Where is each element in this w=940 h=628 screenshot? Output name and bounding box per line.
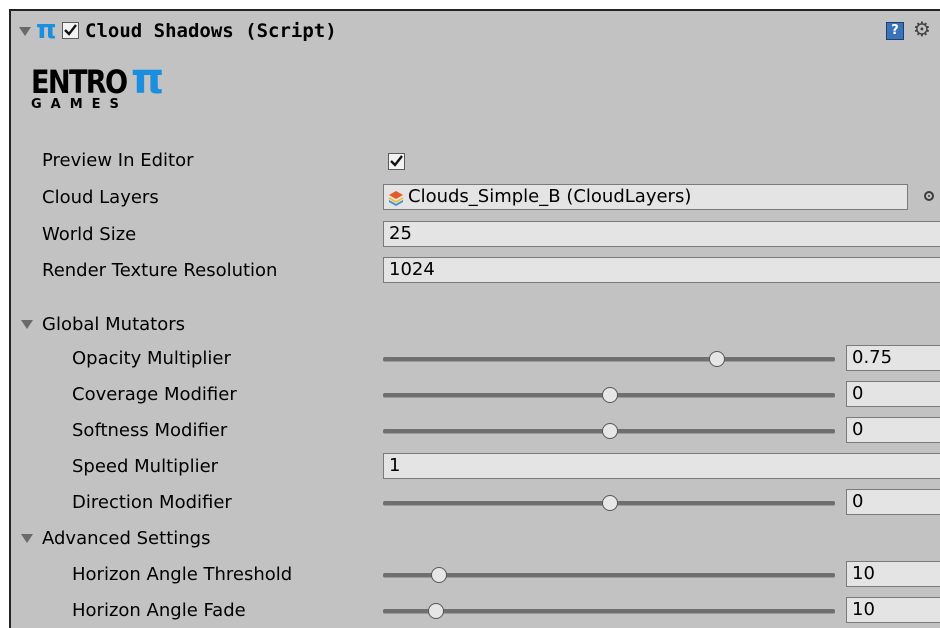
softness-modifier-input[interactable]: 0 <box>846 417 940 443</box>
check-icon <box>64 24 77 36</box>
horizon-angle-threshold-label: Horizon Angle Threshold <box>72 564 293 585</box>
cloud-layers-value: Clouds_Simple_B (CloudLayers) <box>408 186 692 207</box>
render-texture-resolution-label: Render Texture Resolution <box>42 260 278 281</box>
component-enabled-checkbox[interactable] <box>62 22 79 39</box>
horizon-angle-fade-slider-track[interactable] <box>383 609 835 614</box>
horizon-angle-fade-slider-thumb[interactable] <box>428 603 444 619</box>
opacity-multiplier-label: Opacity Multiplier <box>72 348 231 369</box>
logo-pi-icon: π <box>131 54 165 103</box>
horizon-angle-fade-input[interactable]: 10 <box>846 597 940 623</box>
advanced-settings-header[interactable]: Advanced Settings <box>42 527 210 551</box>
object-picker-dot <box>928 195 930 197</box>
check-icon <box>390 155 403 167</box>
coverage-modifier-label: Coverage Modifier <box>72 384 237 405</box>
gear-icon[interactable]: ⚙ <box>913 16 931 42</box>
softness-modifier-label: Softness Modifier <box>72 420 228 441</box>
direction-modifier-slider-thumb[interactable] <box>602 495 618 511</box>
opacity-multiplier-input[interactable]: 0.75 <box>846 345 940 371</box>
entropi-logo: ENTRO π GAMES <box>31 57 164 113</box>
opacity-multiplier-slider-thumb[interactable] <box>709 351 725 367</box>
world-size-input[interactable]: 25 <box>383 221 940 247</box>
logo-text: ENTRO <box>31 63 128 101</box>
speed-multiplier-input[interactable]: 1 <box>383 453 940 479</box>
cloud-layers-object-field[interactable]: Clouds_Simple_B (CloudLayers) <box>383 184 908 210</box>
direction-modifier-input[interactable]: 0 <box>846 489 940 515</box>
softness-modifier-slider-thumb[interactable] <box>602 423 618 439</box>
pi-script-icon: π <box>36 15 57 45</box>
horizon-angle-threshold-slider-thumb[interactable] <box>431 567 447 583</box>
speed-multiplier-label: Speed Multiplier <box>72 456 219 477</box>
inspector-panel: π Cloud Shadows (Script) ? ⚙ ENTRO π GAM… <box>9 9 940 628</box>
coverage-modifier-slider-thumb[interactable] <box>602 387 618 403</box>
preview-in-editor-label: Preview In Editor <box>42 150 194 171</box>
component-foldout-icon[interactable] <box>19 27 31 36</box>
cloud-layers-asset-icon <box>389 191 403 206</box>
opacity-multiplier-slider-track[interactable] <box>383 357 835 362</box>
cloud-layers-label: Cloud Layers <box>42 187 159 208</box>
help-icon[interactable]: ? <box>886 22 904 40</box>
horizon-angle-threshold-input[interactable]: 10 <box>846 561 940 587</box>
preview-in-editor-checkbox[interactable] <box>388 153 405 170</box>
render-texture-resolution-input[interactable]: 1024 <box>383 257 940 283</box>
object-picker-icon[interactable] <box>924 191 934 201</box>
horizon-angle-threshold-slider-track[interactable] <box>383 573 835 578</box>
global-mutators-header[interactable]: Global Mutators <box>42 313 185 337</box>
component-title: Cloud Shadows (Script) <box>85 20 337 42</box>
advanced-settings-foldout-icon[interactable] <box>21 534 33 543</box>
global-mutators-foldout-icon[interactable] <box>21 320 33 329</box>
direction-modifier-label: Direction Modifier <box>72 492 232 513</box>
world-size-label: World Size <box>42 224 137 245</box>
coverage-modifier-input[interactable]: 0 <box>846 381 940 407</box>
horizon-angle-fade-label: Horizon Angle Fade <box>72 600 246 621</box>
